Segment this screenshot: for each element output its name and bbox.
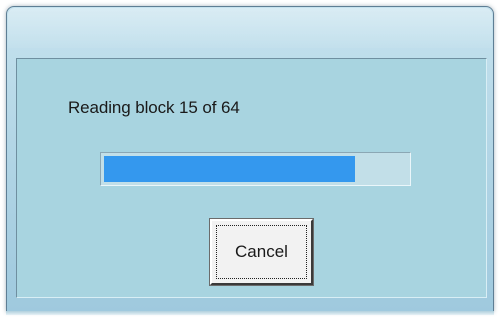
window-title-bar[interactable]: [8, 8, 492, 48]
status-text: Reading block 15 of 64: [68, 98, 240, 117]
focus-rectangle: Cancel: [216, 225, 307, 279]
progress-bar: [100, 152, 411, 186]
progress-bar-fill: [104, 156, 355, 182]
cancel-button-label: Cancel: [235, 242, 288, 261]
cancel-button[interactable]: Cancel: [209, 218, 314, 286]
window-bottom-edge: [6, 311, 494, 315]
